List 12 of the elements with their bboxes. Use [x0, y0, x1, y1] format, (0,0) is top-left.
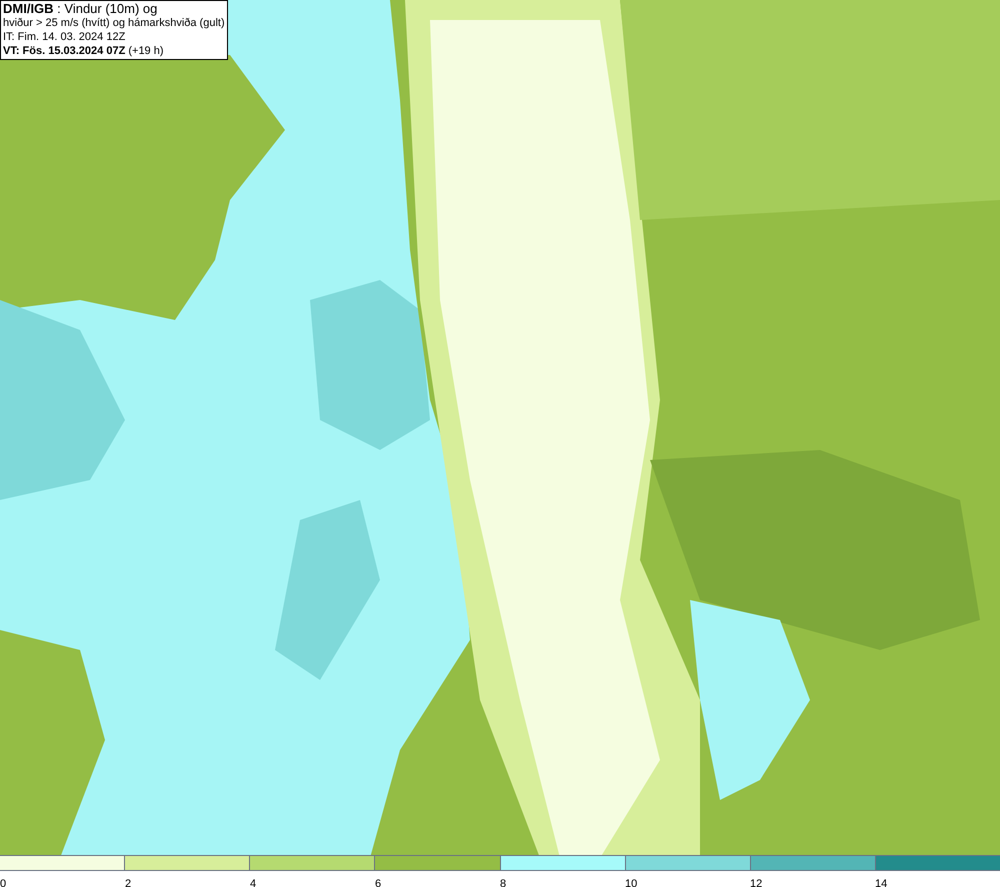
info-text: VT: Fös. 15.03.2024 07Z (+19 h)	[3, 44, 165, 58]
legend-label: 0	[0, 878, 6, 887]
legend-label: 2	[125, 878, 132, 887]
legend-label: 10	[625, 878, 638, 887]
info-text: IT: Fim. 14. 03. 2024 12Z	[3, 30, 126, 44]
legend-label: 4	[250, 878, 256, 887]
info-text: DMI/IGB : Vindur (10m) og	[3, 2, 158, 16]
legend-label: 6	[375, 878, 382, 887]
legend-label: 14	[875, 878, 888, 887]
info-text: hviður > 25 m/s (hvítt) og hámarkshviða (gult)	[3, 16, 225, 30]
legend-label: 8	[500, 878, 506, 887]
legend-label: 12	[750, 878, 762, 887]
